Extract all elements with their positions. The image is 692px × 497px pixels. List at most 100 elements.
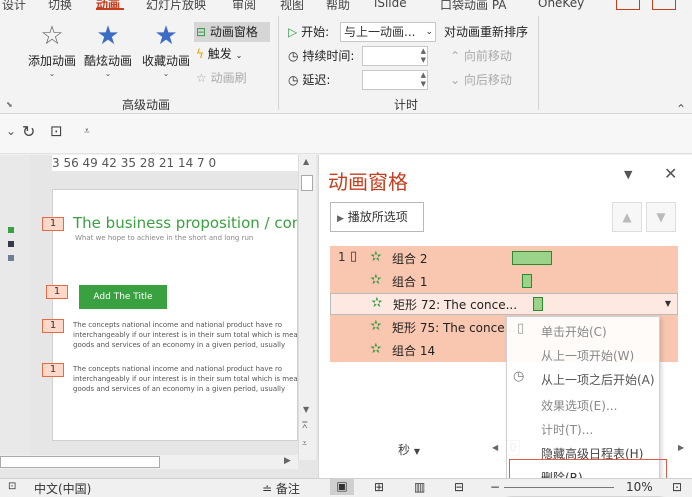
delay-input[interactable]: ▲ ▼	[362, 70, 428, 90]
star-effect-icon: ✫	[371, 295, 383, 311]
dialog-launcher-icon[interactable]: ⬊	[6, 100, 13, 109]
scroll-thumb[interactable]	[301, 175, 313, 191]
normal-view-icon[interactable]: ▣	[330, 479, 354, 495]
quick-access-toolbar: ⌄ ↻ ⊡ ⩡	[0, 114, 692, 154]
tab-islide[interactable]: iSlide	[374, 0, 407, 10]
move-up-button[interactable]: ▲	[612, 202, 642, 232]
menu-item-on-click[interactable]: 单击开始(C)	[541, 323, 607, 340]
timeline-bar[interactable]	[522, 274, 532, 288]
language-status[interactable]: 中文(中国)	[34, 480, 91, 497]
trigger-label: 触发	[207, 47, 232, 61]
animation-item-selected[interactable]: ✫ 矩形 72: The conce... ▼	[330, 293, 678, 315]
spin-arrows-icon[interactable]: ▲ ▼	[421, 71, 426, 89]
animation-pane-button[interactable]: ⊟ 动画窗格	[194, 22, 270, 42]
item-label: 矩形 72: The conce...	[393, 298, 518, 312]
slide-subtitle[interactable]: What we hope to achieve in the short and…	[75, 234, 253, 242]
reorder-title: 对动画重新排序	[444, 25, 529, 39]
ribbon: ☆ 添加动画 ⌄ ★ 酷炫动画 ⌄ ★ 收藏动画 ⌄ ⊟ 动画窗格 ϟ 触发 ⌄…	[0, 10, 692, 116]
animation-badge[interactable]: 1	[42, 363, 64, 377]
tab-view[interactable]: 视图	[280, 0, 304, 10]
menu-item-with-previous[interactable]: 从上一项开始(W)	[541, 347, 634, 364]
notes-icon: ≐	[262, 482, 273, 496]
item-label: 组合 1	[392, 275, 428, 289]
scroll-up-icon[interactable]: ▲	[303, 157, 309, 166]
trigger-button[interactable]: ϟ 触发 ⌄	[196, 44, 242, 64]
tab-pocket-animation[interactable]: 口袋动画 PA	[440, 0, 507, 10]
tab-review[interactable]: 审阅	[232, 0, 256, 10]
timeline-right-icon[interactable]: ▶	[678, 443, 684, 452]
chevron-down-icon: ⌄	[104, 69, 112, 78]
share-icon[interactable]	[616, 0, 640, 10]
add-animation-label: 添加动画	[27, 54, 76, 68]
cool-animation-button[interactable]: ★ 酷炫动画 ⌄	[80, 20, 136, 79]
start-select[interactable]: 与上一动画... ⌄	[340, 22, 436, 42]
scroll-right-icon[interactable]: ▶	[284, 456, 291, 466]
horizontal-scrollbar[interactable]: ▶	[0, 455, 298, 469]
animation-badge[interactable]: 1	[42, 217, 64, 231]
tab-help[interactable]: 帮助	[326, 0, 350, 10]
tab-transitions[interactable]: 切换	[48, 0, 72, 10]
notes-button[interactable]: ≐ 备注	[262, 480, 300, 497]
tab-slideshow[interactable]: 幻灯片放映	[146, 0, 206, 10]
redo-icon[interactable]: ↻	[22, 122, 35, 141]
add-animation-button[interactable]: ☆ 添加动画 ⌄	[24, 20, 80, 79]
vertical-scrollbar[interactable]: ▲ ▼ ⩞ ⩡	[298, 155, 316, 460]
chevron-down-icon[interactable]: ⌄	[6, 124, 16, 138]
timeline-bar[interactable]	[512, 251, 552, 265]
menu-item-timing[interactable]: 计时(T)...	[541, 421, 593, 438]
move-later-label: 向后移动	[463, 73, 512, 87]
slide-paragraph[interactable]: The concepts national income and nationa…	[73, 320, 297, 350]
animation-painter-button[interactable]: ☆ 动画刷	[196, 68, 247, 88]
slide-title-button[interactable]: Add The Title	[79, 285, 167, 309]
fav-animation-button[interactable]: ★ 收藏动画 ⌄	[138, 20, 194, 79]
start-select-value: 与上一动画...	[344, 25, 416, 39]
fit-slide-icon[interactable]: ⊡	[672, 480, 682, 494]
tab-design[interactable]: 设计	[2, 0, 26, 10]
play-selected-button[interactable]: ▶ 播放所选项	[330, 202, 424, 232]
move-earlier-button[interactable]: ⌃ 向前移动	[450, 46, 512, 66]
menu-item-effect-options[interactable]: 效果选项(E)...	[541, 397, 617, 414]
pane-options-icon[interactable]: ▼	[624, 168, 632, 181]
chevron-down-icon: ▼	[413, 447, 420, 456]
comment-icon[interactable]	[652, 0, 676, 10]
zoom-out-icon[interactable]: −	[490, 480, 500, 494]
notes-label: 备注	[275, 482, 300, 496]
slide-sorter-icon[interactable]: ⊞	[374, 480, 384, 494]
animation-item[interactable]: ✫ 组合 1	[330, 271, 678, 293]
move-later-button[interactable]: ⌄ 向后移动	[450, 70, 512, 90]
slide-canvas[interactable]: The business proposition / conc What we …	[52, 189, 298, 441]
duration-input[interactable]: ▲ ▼	[362, 46, 428, 66]
start-label: 开始:	[301, 25, 330, 39]
zoom-level[interactable]: 10%	[626, 480, 653, 494]
timeline-bar[interactable]	[533, 297, 543, 311]
caret-up-icon: ▲	[622, 210, 632, 224]
animation-badge[interactable]: 1	[46, 285, 68, 299]
tab-onekey[interactable]: OneKey	[538, 0, 584, 10]
previous-slide-icon[interactable]: ⩞	[302, 421, 307, 431]
caret-up-icon: ⌃	[450, 49, 461, 63]
slide-paragraph[interactable]: The concepts national income and nationa…	[73, 364, 297, 394]
timeline-left-icon[interactable]: ◀	[492, 443, 498, 452]
animation-painter-label: 动画刷	[210, 71, 247, 85]
presentation-icon[interactable]: ⊡	[50, 122, 63, 140]
customize-qat-icon[interactable]: ⩡	[84, 126, 90, 137]
spellcheck-icon[interactable]: ⊡	[8, 481, 16, 492]
next-slide-icon[interactable]: ⩡	[302, 439, 307, 449]
item-dropdown-icon[interactable]: ▼	[665, 299, 671, 308]
pane-title: 动画窗格	[328, 170, 408, 194]
scroll-down-icon[interactable]: ▼	[303, 405, 309, 414]
animation-badge[interactable]: 1	[42, 319, 64, 333]
close-icon[interactable]: ✕	[664, 164, 677, 183]
slide-title[interactable]: The business proposition / conc	[73, 214, 297, 232]
zoom-slider[interactable]	[504, 487, 614, 488]
move-down-button[interactable]: ▼	[646, 202, 676, 232]
menu-item-after-previous[interactable]: 从上一项之后开始(A)	[541, 371, 655, 388]
animation-item[interactable]: 1 ▯ ✫ 组合 2	[330, 248, 678, 270]
group-label-timing: 计时	[394, 98, 419, 112]
scroll-thumb[interactable]	[0, 456, 160, 468]
reading-view-icon[interactable]: ▥	[414, 480, 425, 494]
timeline-unit[interactable]: 秒 ▼	[398, 441, 420, 458]
start-label-row: ▷ 开始:	[288, 22, 329, 42]
spin-arrows-icon[interactable]: ▲ ▼	[421, 47, 426, 65]
slideshow-view-icon[interactable]: ⊟	[454, 480, 464, 494]
